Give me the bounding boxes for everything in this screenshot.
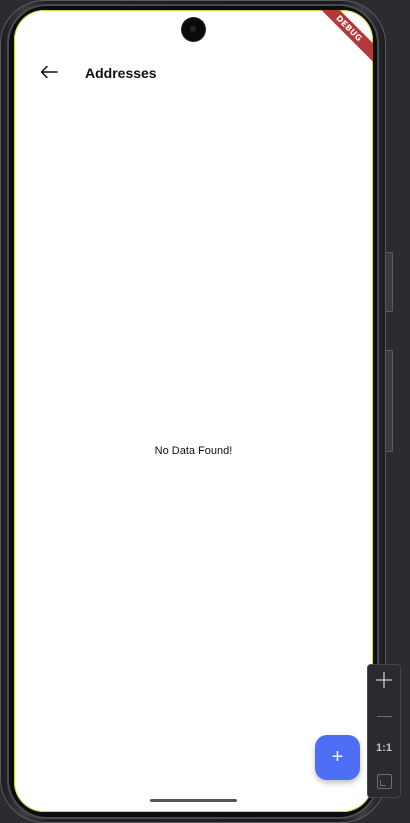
front-camera [182, 18, 205, 41]
empty-state-message: No Data Found! [154, 445, 233, 457]
emulator-stage: DEBUG Addresses No Data Found! + 1:1 [0, 0, 410, 823]
back-button[interactable] [36, 62, 62, 86]
plus-icon [375, 669, 393, 695]
power-button[interactable] [385, 252, 393, 312]
plus-icon: + [331, 746, 344, 768]
home-indicator[interactable] [150, 799, 237, 802]
zoom-out-button[interactable] [368, 701, 400, 731]
app-screen: DEBUG Addresses No Data Found! + [14, 10, 373, 812]
app-bar: Addresses [14, 54, 373, 94]
zoom-in-button[interactable] [368, 667, 400, 697]
page-title: Addresses [85, 65, 157, 81]
fit-screen-button[interactable] [368, 766, 400, 796]
emulator-zoom-toolbar: 1:1 [367, 664, 401, 798]
volume-button[interactable] [385, 350, 393, 452]
arrow-left-icon [40, 65, 58, 84]
add-address-button[interactable]: + [315, 735, 360, 780]
fit-screen-icon [376, 773, 392, 789]
zoom-reset-button[interactable]: 1:1 [368, 733, 400, 763]
minus-icon [376, 715, 392, 717]
